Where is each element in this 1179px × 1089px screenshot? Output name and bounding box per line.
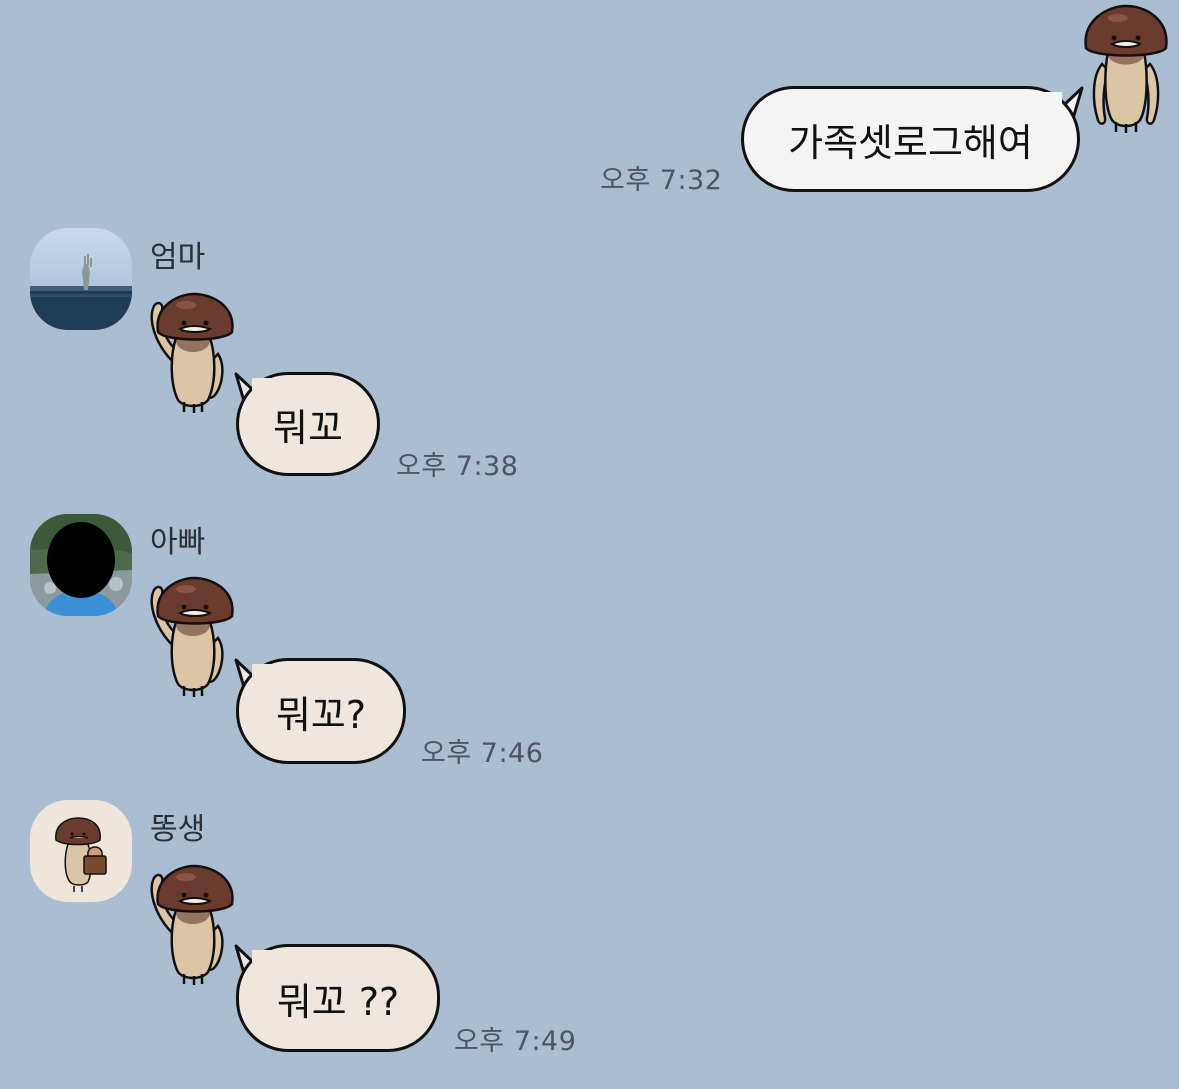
sender-name: 엄마	[150, 240, 206, 275]
message-text: 뭐꼬	[273, 405, 343, 450]
sender-name: 아빠	[150, 525, 206, 560]
mushroom-sticker-icon[interactable]	[138, 576, 246, 698]
sea-statue-photo-icon	[30, 228, 132, 330]
message-text: 뭐꼬?	[275, 692, 367, 737]
person-outdoor-photo-icon	[30, 514, 132, 616]
bubble-tail-cover	[252, 378, 274, 404]
message-text: 뭐꼬 ??	[276, 979, 400, 1024]
person-outdoor-photo-avatar[interactable]	[30, 514, 132, 616]
bubble-tail-cover	[1040, 92, 1062, 118]
mushroom-sticker-icon[interactable]	[1078, 2, 1174, 134]
mushroom-sticker-icon[interactable]	[138, 292, 246, 414]
sea-statue-photo-avatar[interactable]	[30, 228, 132, 330]
bubble-tail-cover	[252, 664, 274, 690]
message-time: 오후 7:49	[454, 1026, 577, 1057]
message-text: 가족셋로그해여	[788, 120, 1033, 165]
message-time: 오후 7:38	[396, 451, 519, 482]
message-time: 오후 7:46	[421, 738, 544, 769]
mushroom-character-avatar[interactable]	[30, 800, 132, 902]
bubble-tail-cover	[252, 950, 274, 976]
mushroom-sticker-icon[interactable]	[138, 864, 246, 986]
mushroom-character-icon	[55, 817, 107, 892]
message-bubble[interactable]: 가족셋로그해여	[741, 86, 1080, 192]
sender-name: 똥생	[150, 812, 206, 847]
message-time: 오후 7:32	[600, 165, 723, 196]
